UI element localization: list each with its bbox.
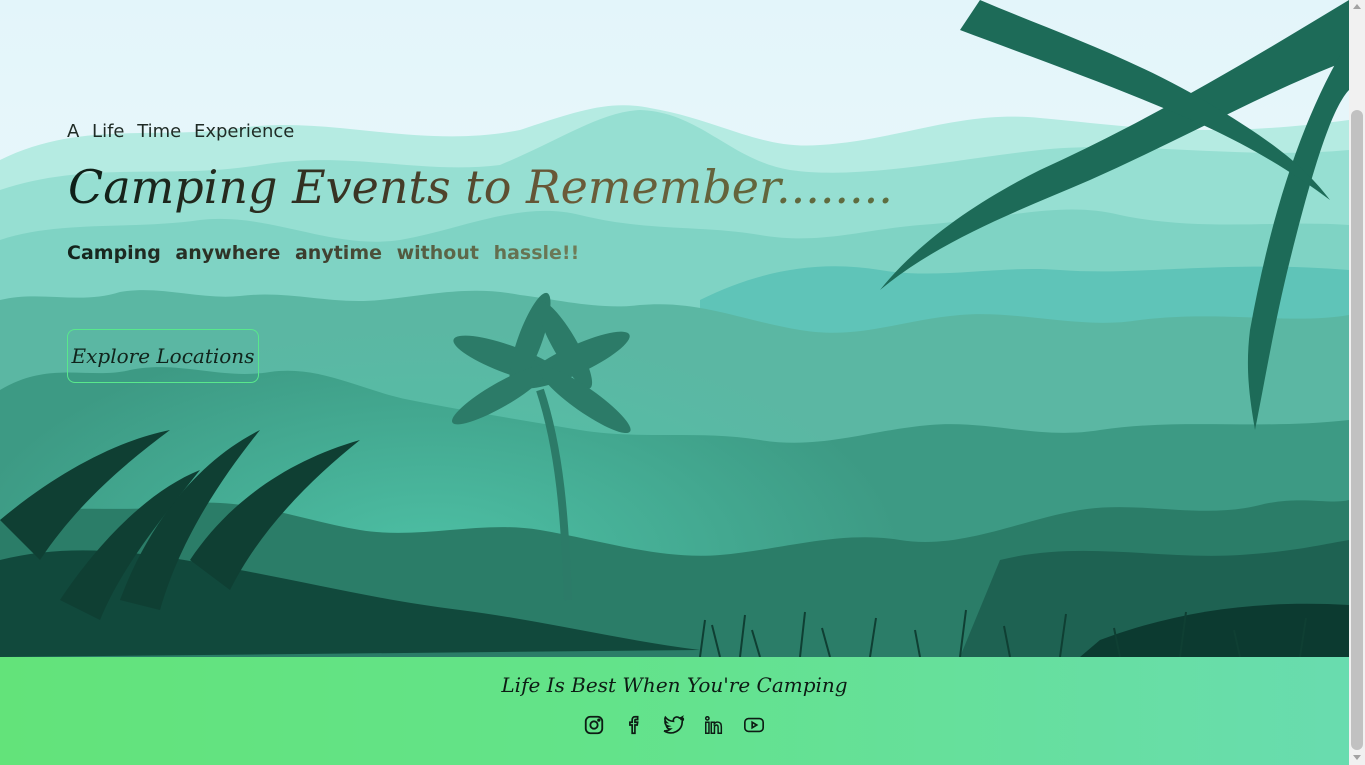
- footer-slogan: Life Is Best When You're Camping: [501, 673, 848, 697]
- subtitle: Camping anywhere anytime without hassle!…: [67, 242, 580, 264]
- scrollbar-thumb[interactable]: [1351, 110, 1363, 750]
- youtube-icon[interactable]: [743, 713, 765, 737]
- tagline: A Life Time Experience: [67, 121, 295, 142]
- footer: Life Is Best When You're Camping: [0, 657, 1349, 765]
- instagram-icon[interactable]: [583, 713, 605, 737]
- page-title: Camping Events to Remember........: [68, 160, 893, 214]
- facebook-icon[interactable]: [623, 713, 645, 737]
- twitter-icon[interactable]: [663, 713, 685, 737]
- scroll-up-arrow-icon[interactable]: [1353, 4, 1361, 9]
- linkedin-icon[interactable]: [703, 713, 725, 737]
- social-links: [583, 713, 765, 737]
- explore-locations-button[interactable]: Explore Locations: [67, 329, 259, 383]
- scroll-down-arrow-icon[interactable]: [1353, 755, 1361, 760]
- hero-section: A Life Time Experience Camping Events to…: [0, 0, 1349, 657]
